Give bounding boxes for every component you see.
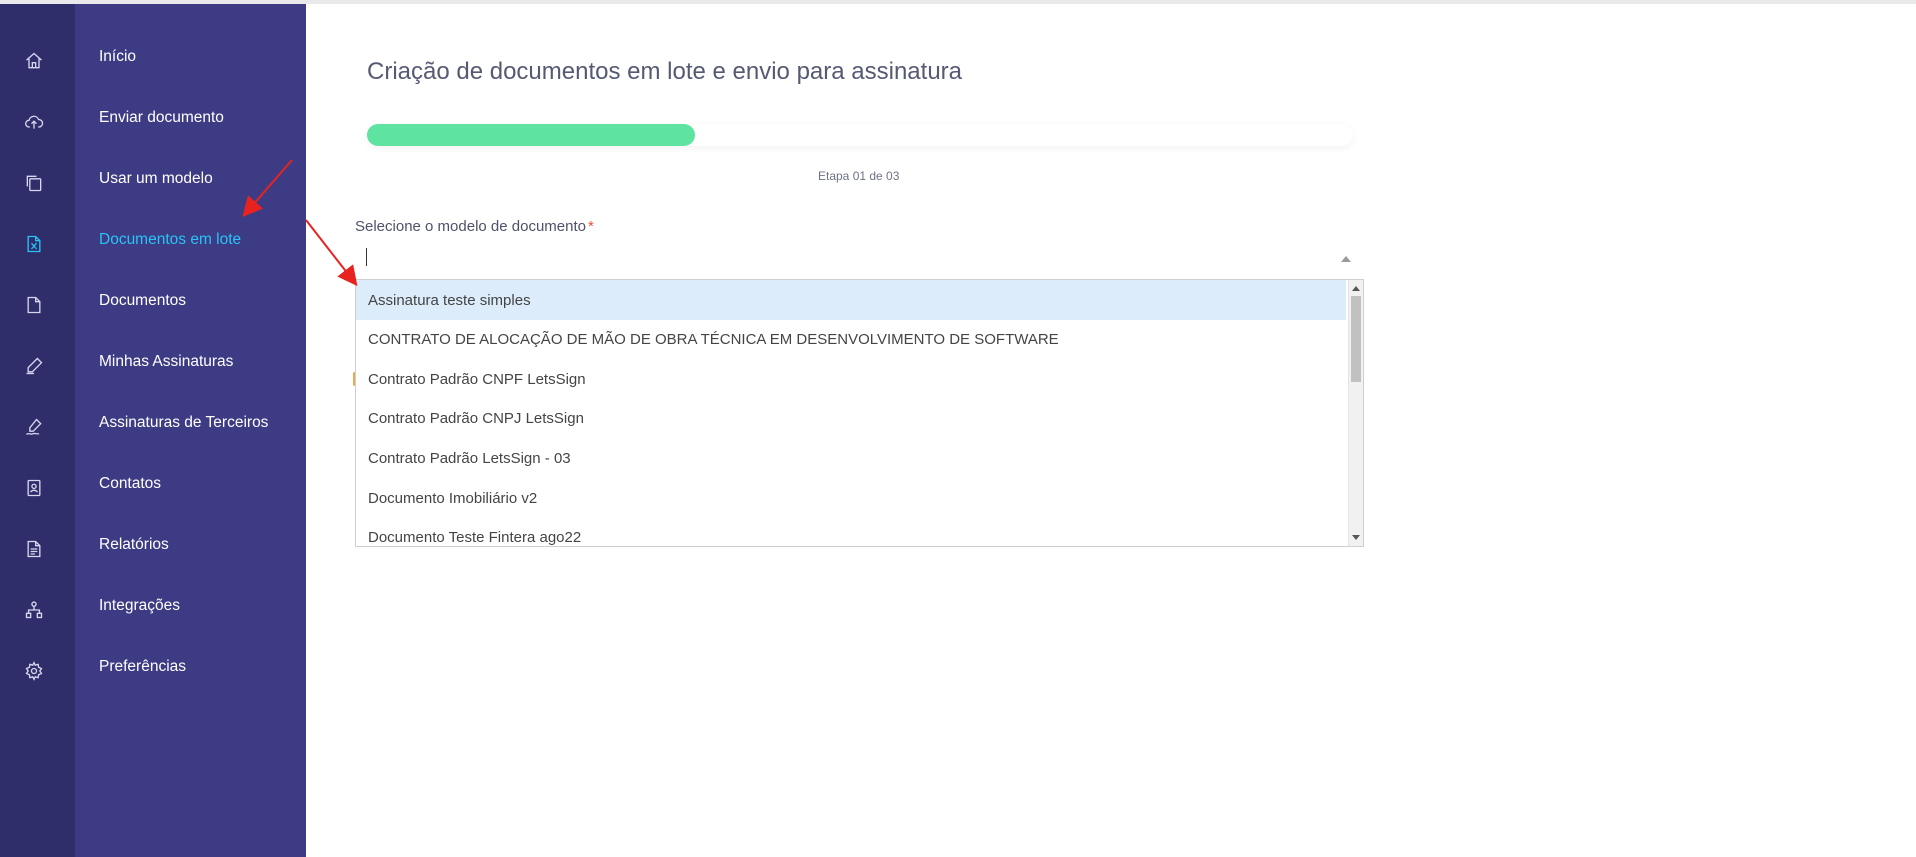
- scroll-down-arrow-icon[interactable]: [1352, 535, 1360, 540]
- template-dropdown-list: Assinatura teste simples CONTRATO DE ALO…: [355, 279, 1364, 547]
- sidebar-item-contatos[interactable]: Contatos: [99, 475, 161, 493]
- sidebar-item-documentos-em-lote[interactable]: Documentos em lote: [99, 231, 241, 249]
- sidebar-item-minhas-assinaturas[interactable]: Minhas Assinaturas: [99, 353, 233, 371]
- dropdown-scrollbar[interactable]: [1348, 280, 1363, 546]
- progress-bar-fill: [367, 124, 695, 146]
- signature-icon[interactable]: [21, 414, 47, 440]
- sidebar-item-relatorios[interactable]: Relatórios: [99, 536, 169, 554]
- sidebar-item-documentos[interactable]: Documentos: [99, 292, 186, 310]
- dropdown-option[interactable]: Contrato Padrão CNPJ LetsSign: [356, 398, 1346, 438]
- template-select-label: Selecione o modelo de documento *: [355, 218, 594, 235]
- cloud-upload-icon[interactable]: [21, 109, 47, 135]
- sidebar-item-assinaturas-terceiros[interactable]: Assinaturas de Terceiros: [99, 414, 268, 432]
- dropdown-option[interactable]: Documento Imobiliário v2: [356, 478, 1346, 518]
- sidebar-item-inicio[interactable]: Início: [99, 48, 136, 66]
- excel-file-icon[interactable]: [21, 231, 47, 257]
- scrollbar-thumb[interactable]: [1351, 296, 1361, 382]
- contact-card-icon[interactable]: [21, 475, 47, 501]
- template-select-input[interactable]: [356, 245, 1355, 273]
- step-indicator: Etapa 01 de 03: [818, 169, 900, 183]
- sidebar-icon-rail: [0, 4, 75, 857]
- home-icon[interactable]: [21, 48, 47, 74]
- progress-bar: [367, 124, 1353, 146]
- text-caret: [366, 248, 367, 266]
- dropdown-option[interactable]: Contrato Padrão LetsSign - 03: [356, 438, 1346, 478]
- sidebar-item-integracoes[interactable]: Integrações: [99, 597, 180, 615]
- annotation-arrow-select: [305, 219, 358, 287]
- scroll-up-arrow-icon[interactable]: [1352, 286, 1360, 291]
- dropdown-toggle-icon[interactable]: [1341, 256, 1351, 262]
- template-select-label-text: Selecione o modelo de documento: [355, 218, 586, 235]
- required-mark: *: [588, 218, 594, 235]
- dropdown-option[interactable]: CONTRATO DE ALOCAÇÃO DE MÃO DE OBRA TÉCN…: [356, 319, 1346, 359]
- dropdown-option[interactable]: Documento Teste Fintera ago22: [356, 517, 1346, 546]
- pen-icon[interactable]: [21, 353, 47, 379]
- sidebar-item-usar-modelo[interactable]: Usar um modelo: [99, 170, 213, 188]
- sidebar-item-enviar-documento[interactable]: Enviar documento: [99, 109, 224, 127]
- document-icon[interactable]: [21, 292, 47, 318]
- page-title: Criação de documentos em lote e envio pa…: [367, 58, 963, 86]
- dropdown-option[interactable]: Assinatura teste simples: [356, 280, 1346, 320]
- dropdown-option[interactable]: Contrato Padrão CNPF LetsSign: [356, 359, 1346, 399]
- network-icon[interactable]: [21, 597, 47, 623]
- report-icon[interactable]: [21, 536, 47, 562]
- sidebar-item-preferencias[interactable]: Preferências: [99, 658, 186, 676]
- template-icon[interactable]: [21, 170, 47, 196]
- sidebar-nav-panel: Início Enviar documento Usar um modelo D…: [75, 4, 306, 857]
- gear-icon[interactable]: [21, 658, 47, 684]
